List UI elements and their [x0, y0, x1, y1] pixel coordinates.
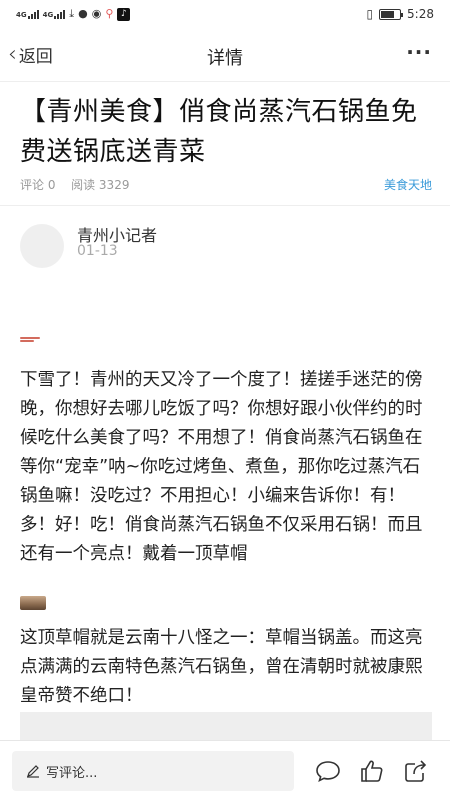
message-icon: ◉ [91, 7, 102, 20]
battery-icon [379, 8, 404, 20]
article-meta: 评论 0 阅读 3329 美食天地 [20, 176, 432, 193]
more-icon[interactable]: ··· [406, 40, 432, 64]
like-icon[interactable] [358, 757, 386, 785]
nav-bar: ‹ 返回 详情 ··· [0, 30, 450, 82]
page-title: 详情 [207, 48, 243, 69]
publish-date: 01-13 [77, 243, 118, 259]
status-bar: 4G 4G ⤓ ● ◉ ⚲ ♪ ▯ 5:28 [0, 0, 450, 30]
comment-icon[interactable] [314, 757, 342, 785]
article-paragraph-1: 下雪了！青州的天又冷了一个度了！搓搓手迷茫的傍晚，你想好去哪儿吃饭了吗？你想好跟… [20, 370, 423, 564]
image-placeholder[interactable] [20, 712, 432, 742]
article-image-thumb[interactable] [20, 337, 44, 343]
straw-hat-image[interactable] [20, 596, 46, 610]
article-paragraph-2: 这顶草帽就是云南十八怪之一：草帽当锅盖。而这亮点满满的云南特色蒸汽石锅鱼，曾在清… [20, 628, 423, 706]
tiktok-icon: ♪ [117, 7, 131, 21]
comment-input[interactable]: 写评论... [12, 751, 294, 791]
read-count: 阅读 3329 [71, 178, 130, 192]
location-icon: ⚲ [105, 7, 114, 20]
wechat-icon: ● [78, 7, 88, 20]
signal-icon-2: 4G [43, 9, 66, 19]
avatar[interactable] [20, 224, 64, 268]
vibrate-icon: ▯ [366, 7, 374, 21]
article-title: 【青州美食】俏食尚蒸汽石锅鱼免费送锅底送青菜 [20, 97, 418, 167]
clock: 5:28 [407, 7, 434, 21]
signal-icon: 4G [16, 9, 39, 19]
pen-icon [27, 765, 39, 778]
status-left: 4G 4G ⤓ ● ◉ ⚲ ♪ [16, 7, 131, 21]
comment-count: 评论 0 [20, 178, 56, 192]
category-link[interactable]: 美食天地 [384, 176, 432, 193]
network-type-label-2: 4G [42, 11, 54, 19]
status-right: ▯ 5:28 [366, 7, 434, 21]
network-type-label: 4G [16, 11, 27, 19]
bottom-bar: 写评论... [0, 740, 450, 800]
divider [0, 205, 450, 206]
comment-placeholder: 写评论... [46, 765, 98, 781]
download-icon: ⤓ [69, 7, 75, 20]
share-icon[interactable] [402, 757, 430, 785]
